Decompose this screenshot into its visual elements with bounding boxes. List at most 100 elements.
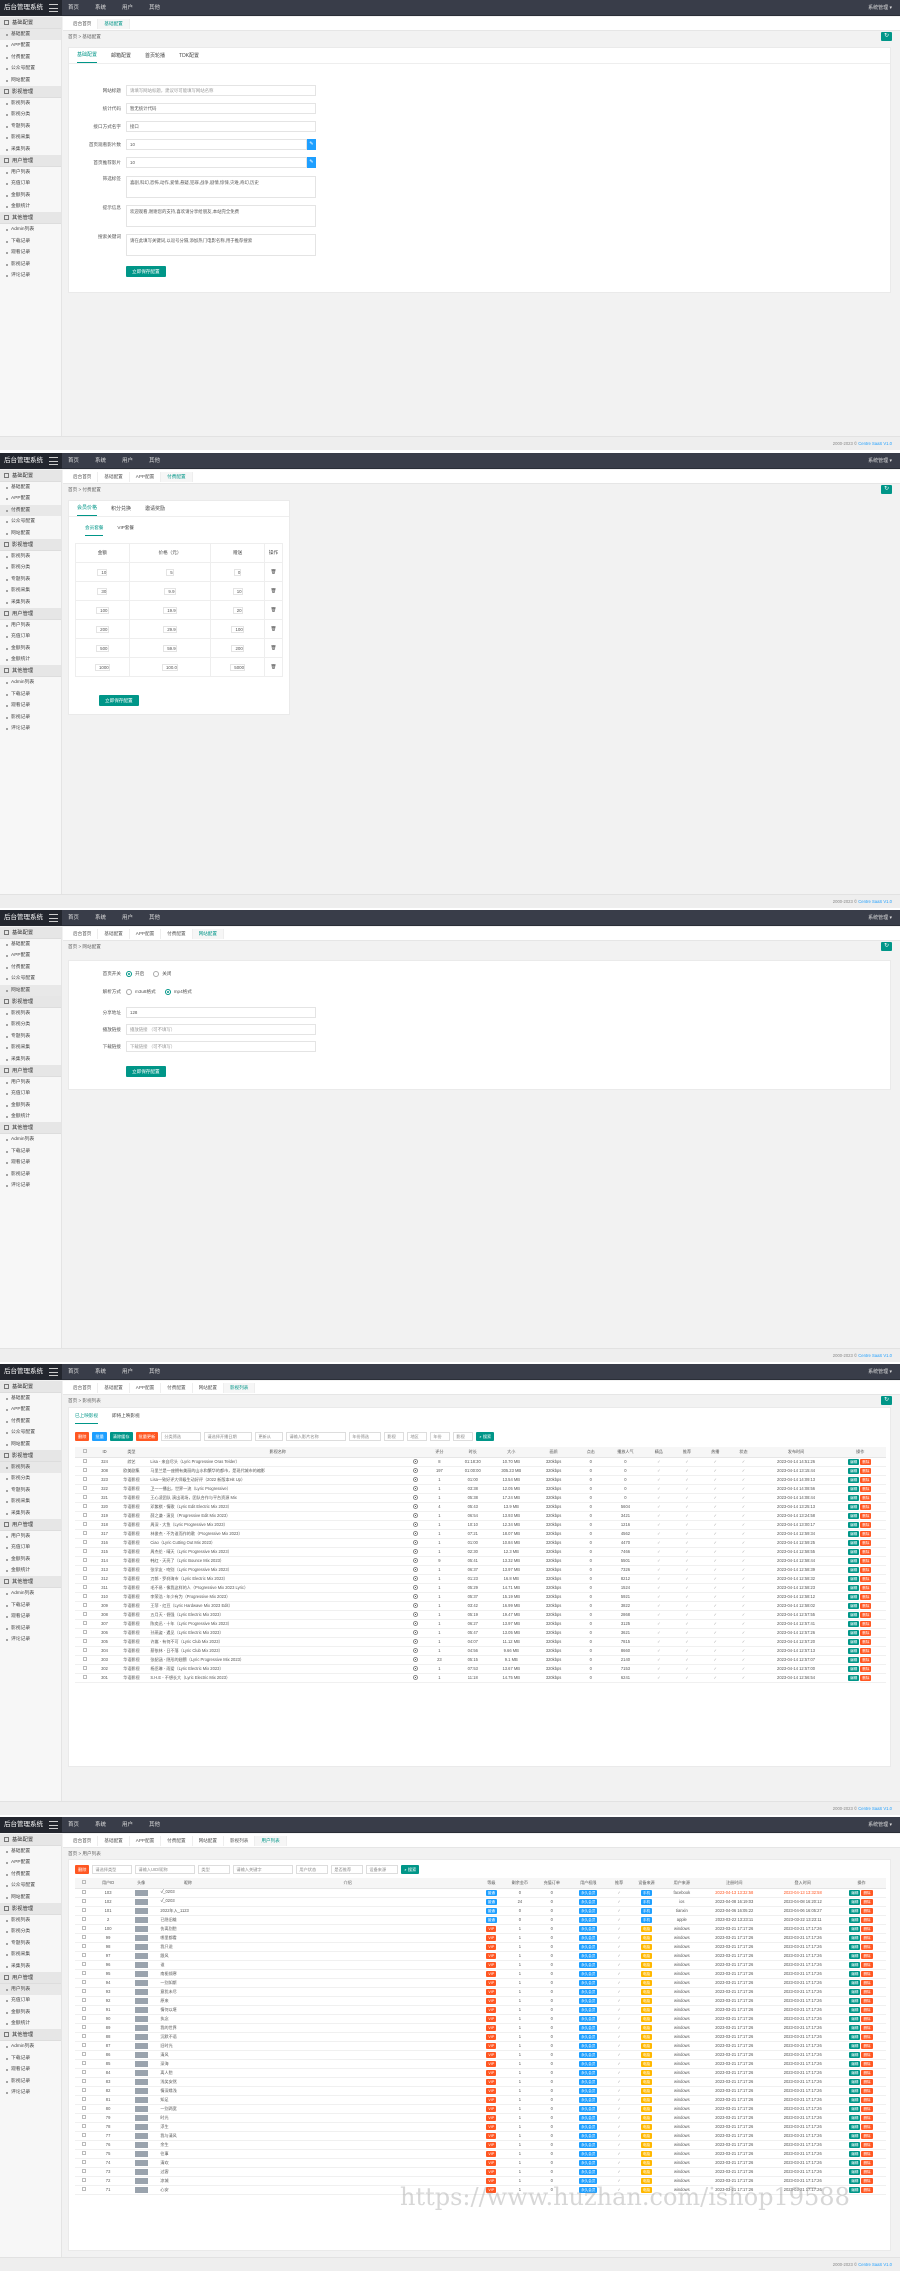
sidebar-item[interactable]: 采集列表 [0, 1054, 61, 1065]
delete-button[interactable]: 删除 [860, 1638, 872, 1645]
save-button[interactable]: 立即保存配置 [126, 266, 166, 277]
footer-link[interactable]: Centre SaaS V1.0 [858, 899, 892, 904]
sidebar-item[interactable]: 影视采集 [0, 132, 61, 143]
page-tab[interactable]: 基础配置 [98, 928, 130, 939]
topnav-user[interactable]: 用户 [122, 1364, 133, 1380]
checkbox[interactable] [83, 1549, 88, 1553]
price-input[interactable]: 0 [233, 568, 242, 576]
form-tab[interactable]: 首页轮播 [145, 52, 165, 63]
price-input[interactable]: 9.9 [164, 587, 176, 595]
play-icon[interactable] [412, 1638, 418, 1644]
sidebar-item[interactable]: 专题列表 [0, 574, 61, 585]
delete-icon[interactable]: 🗑 [271, 645, 277, 650]
delete-button[interactable]: 删除 [860, 1530, 872, 1537]
footer-link[interactable]: Centre SaaS V1.0 [858, 441, 892, 446]
sidebar-group[interactable]: 基础配置 [0, 1834, 61, 1846]
edit-button[interactable]: 编辑 [848, 1611, 860, 1618]
delete-button[interactable]: 删除 [860, 1584, 872, 1591]
checkbox[interactable] [82, 2043, 87, 2047]
play-icon[interactable] [412, 1530, 418, 1536]
delete-icon[interactable]: 🗑 [271, 588, 277, 593]
page-tab[interactable]: 后台首页 [67, 1835, 99, 1846]
sidebar-item[interactable]: 专题列表 [0, 1938, 61, 1949]
checkbox[interactable] [82, 2115, 87, 2119]
sidebar-group[interactable]: 用户管理 [0, 1064, 61, 1077]
kind-select[interactable]: 类型 [198, 1865, 231, 1874]
filter-select[interactable]: 影视 [384, 1432, 405, 1441]
edit-button[interactable]: 编辑 [849, 2177, 861, 2184]
play-icon[interactable] [412, 1521, 418, 1527]
topnav-other[interactable]: 其他 [149, 0, 160, 16]
delete-button[interactable]: 删除 [861, 2186, 873, 2193]
play-icon[interactable] [412, 1503, 418, 1509]
play-icon[interactable] [412, 1467, 418, 1473]
delete-button[interactable]: 删除 [861, 1925, 873, 1932]
price-input[interactable]: 200 [96, 625, 109, 633]
page-tab-active[interactable]: 网站配置 [192, 928, 224, 939]
delete-button[interactable]: 删除 [860, 1476, 872, 1483]
edit-button[interactable]: 编辑 [849, 2150, 861, 2157]
topnav-system[interactable]: 系统 [95, 0, 106, 16]
sub-tab[interactable]: VIP套餐 [117, 525, 134, 536]
play-icon[interactable] [412, 1593, 418, 1599]
page-tab-active[interactable]: 用户列表 [255, 1835, 287, 1846]
sidebar-group[interactable]: 基础配置 [0, 470, 61, 482]
edit-button[interactable]: 编辑 [848, 1521, 860, 1528]
sidebar-item[interactable]: 用户列表 [0, 1983, 61, 1996]
sidebar-item[interactable]: 公众号配置 [0, 973, 61, 984]
sidebar-group[interactable]: 影视管理 [0, 995, 61, 1008]
checkbox[interactable] [82, 1908, 87, 1912]
delete-button[interactable]: 删除 [75, 1432, 90, 1441]
delete-button[interactable]: 删除 [860, 1512, 872, 1519]
form-tab[interactable]: 会员价格 [77, 504, 98, 516]
play-icon[interactable] [412, 1548, 418, 1554]
price-input[interactable]: 5 [166, 568, 174, 576]
delete-icon[interactable]: 🗑 [271, 626, 277, 631]
sidebar-item[interactable]: 影视分类 [0, 1473, 61, 1484]
checkbox[interactable] [82, 1980, 87, 1984]
delete-button[interactable]: 删除 [860, 1485, 872, 1492]
sidebar-item[interactable]: 公众号配置 [0, 1880, 61, 1891]
checkbox[interactable] [82, 1989, 87, 1993]
sidebar-item[interactable]: 影视分类 [0, 1926, 61, 1937]
sidebar-group[interactable]: 其他管理 [0, 1576, 61, 1589]
sidebar-item[interactable]: 公众号配置 [0, 63, 61, 74]
checkbox[interactable] [82, 2079, 87, 2083]
sidebar-item[interactable]: 影视记录 [0, 712, 61, 723]
user-menu[interactable]: 系统管理 ▾ [868, 910, 892, 926]
delete-button[interactable]: 删除 [861, 2168, 873, 2175]
sidebar-item[interactable]: 采集列表 [0, 144, 61, 155]
save-button[interactable]: 立即保存配置 [126, 1066, 166, 1077]
user-menu[interactable]: 系统管理 ▾ [868, 453, 892, 469]
sidebar-item[interactable]: 金额统计 [0, 201, 61, 212]
update-select[interactable]: 更新从 [255, 1432, 284, 1441]
sidebar-item[interactable]: 公众号配置 [0, 516, 61, 527]
edit-button[interactable]: 编辑 [849, 2015, 861, 2022]
edit-button[interactable]: 编辑 [849, 2114, 861, 2121]
menu-toggle-icon[interactable] [49, 457, 58, 465]
edit-button[interactable]: 编辑 [848, 1593, 860, 1600]
delete-button[interactable]: 删除 [861, 2060, 873, 2067]
checkbox[interactable] [82, 2097, 87, 2101]
user-menu[interactable]: 系统管理 ▾ [868, 0, 892, 16]
sidebar-group[interactable]: 其他管理 [0, 665, 61, 678]
sidebar-item[interactable]: 影视采集 [0, 1042, 61, 1053]
page-tab[interactable]: 基础配置 [98, 1835, 130, 1846]
sidebar-group[interactable]: 影视管理 [0, 1449, 61, 1462]
play-icon[interactable] [412, 1485, 418, 1491]
price-input[interactable]: 20 [232, 606, 243, 614]
checkbox[interactable] [83, 1612, 88, 1616]
play-icon[interactable] [412, 1611, 418, 1617]
sidebar-group[interactable]: 用户管理 [0, 1518, 61, 1531]
topnav-system[interactable]: 系统 [95, 910, 106, 926]
menu-toggle-icon[interactable] [49, 1368, 58, 1376]
sidebar-item[interactable]: 影视分类 [0, 1019, 61, 1030]
page-tab[interactable]: 后台首页 [67, 928, 99, 939]
sidebar-group[interactable]: 基础配置 [0, 17, 61, 29]
checkbox[interactable] [83, 1504, 88, 1508]
sidebar-group[interactable]: 用户管理 [0, 154, 61, 167]
sidebar-item[interactable]: 充值订单 [0, 1542, 61, 1553]
checkbox[interactable] [82, 2178, 87, 2182]
category-select[interactable]: 分类筛选 [161, 1432, 202, 1441]
delete-button[interactable]: 删除 [861, 1979, 873, 1986]
